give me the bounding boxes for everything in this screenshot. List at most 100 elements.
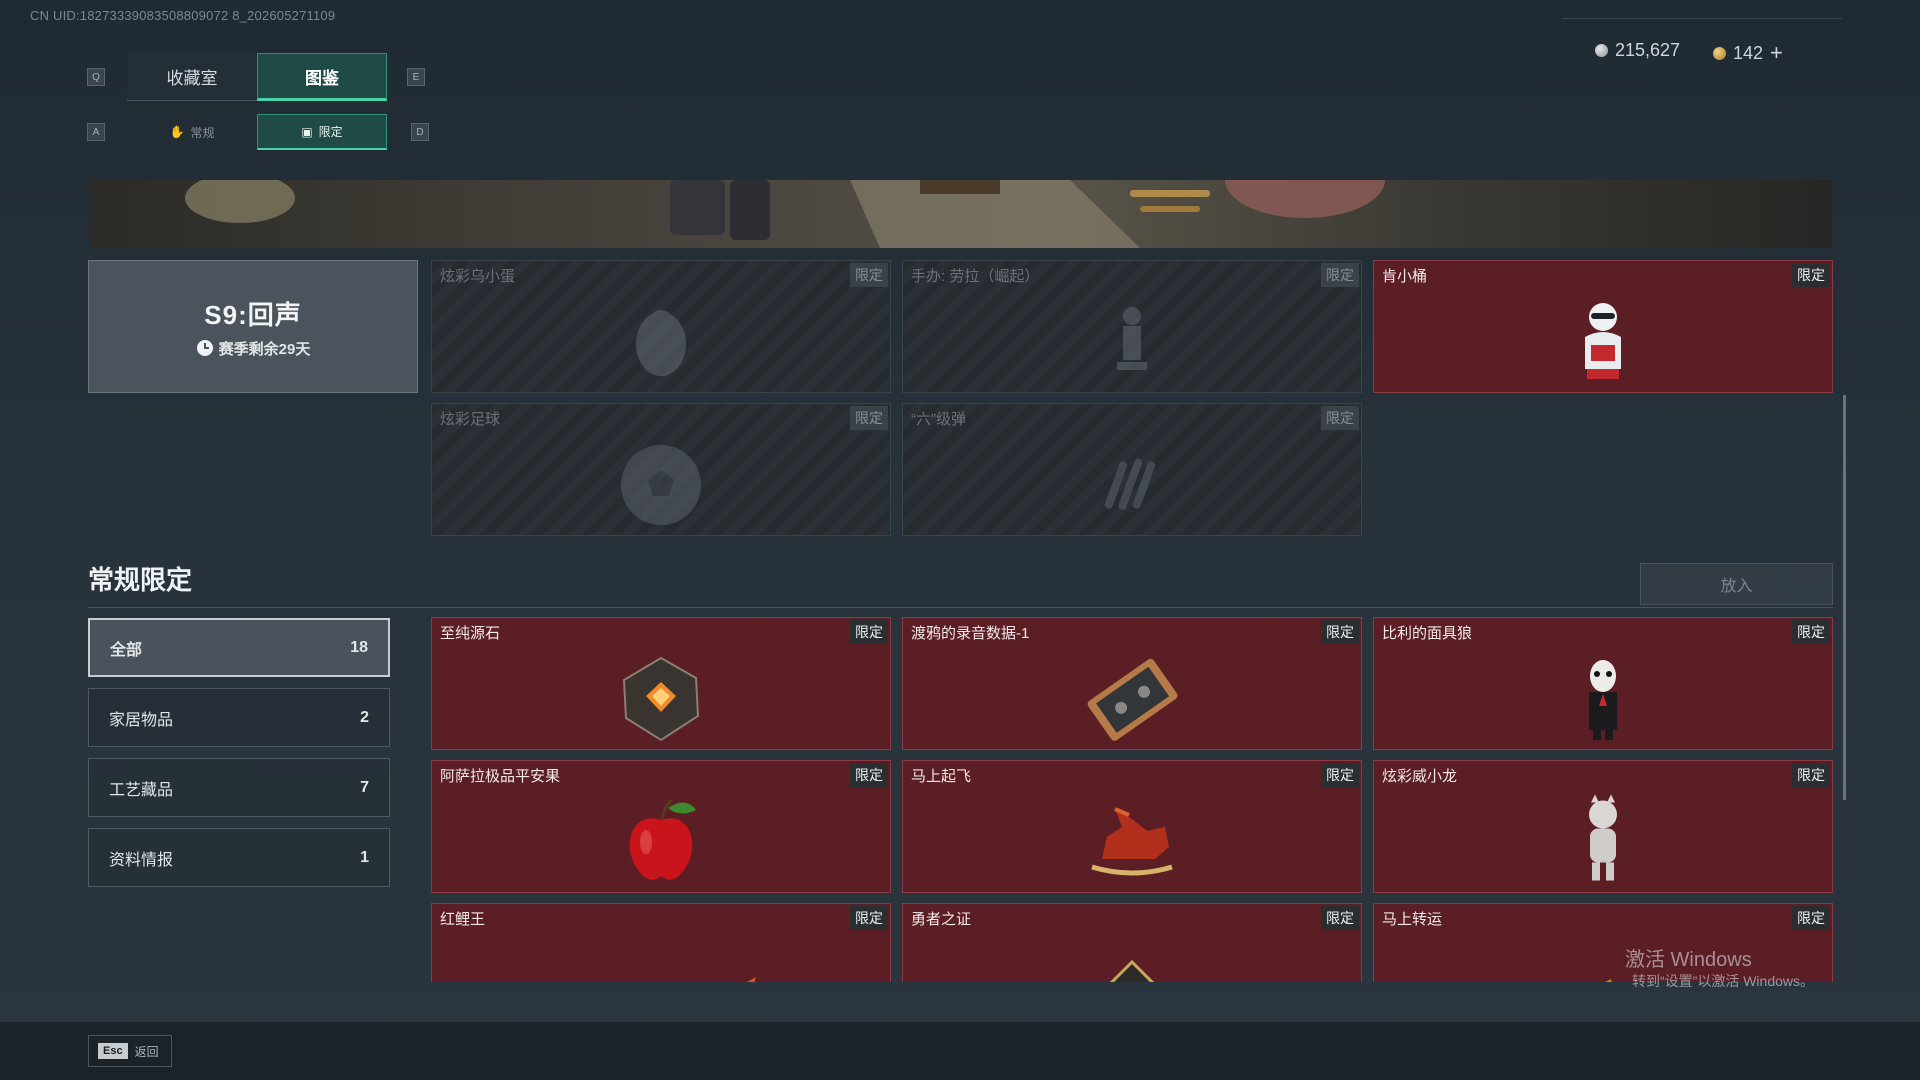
card-icon: [1110, 960, 1154, 982]
silver-amount: 215,627: [1615, 40, 1681, 60]
clock-icon: [196, 340, 213, 356]
collection-item-card[interactable]: 勇者之证 限定: [902, 903, 1362, 982]
item-name: 红鲤王: [440, 911, 486, 928]
category-label: 资料情报: [109, 851, 174, 869]
season-item-card[interactable]: 肯小桶 限定: [1373, 260, 1833, 393]
category-all[interactable]: 全部 18: [88, 618, 390, 677]
back-button[interactable]: Esc 返回: [88, 1035, 172, 1067]
limited-badge: 限定: [1792, 906, 1830, 930]
gold-amount: 142: [1733, 42, 1764, 63]
item-name: 手办: 劳拉（崛起）: [911, 268, 1040, 285]
category-label: 工艺藏品: [109, 781, 174, 799]
put-in-button[interactable]: 放入: [1640, 563, 1833, 605]
gold-currency: 142 +: [1713, 40, 1783, 66]
season-info-card: S9:回声 赛季剩余29天: [88, 260, 418, 393]
crystal-icon: [622, 657, 700, 742]
category-count: 7: [360, 778, 369, 796]
item-name: 渡鸦的录音数据-1: [911, 625, 1030, 642]
limited-badge: 限定: [1321, 406, 1359, 430]
limited-badge: 限定: [850, 620, 888, 644]
season-title: S9:回声: [204, 299, 302, 330]
silver-coin-icon: [1595, 44, 1608, 57]
activation-watermark-subtitle: 转到“设置”以激活 Windows。: [1632, 973, 1815, 989]
item-name: “六”级弹: [911, 411, 966, 428]
limited-badge: 限定: [1792, 263, 1830, 287]
puppet-icon: [1589, 660, 1617, 741]
item-name: 勇者之证: [911, 911, 972, 928]
category-count: 18: [350, 638, 368, 656]
item-name: 肯小桶: [1382, 268, 1428, 285]
figurine-icon: [1117, 307, 1147, 371]
image-icon: ▣: [301, 124, 313, 139]
category-intel[interactable]: 资料情报 1: [88, 828, 390, 887]
season-banner: [90, 180, 1832, 248]
collection-grid: 至纯源石 限定 渡鸦的录音数据-1 限定 比利的面具狼 限定 阿萨拉极品平安果 …: [430, 617, 1835, 982]
collection-item-card[interactable]: 比利的面具狼 限定: [1373, 617, 1833, 750]
item-name: 阿萨拉极品平安果: [440, 768, 561, 785]
section-title: 常规限定: [88, 565, 193, 595]
item-name: 马上转运: [1382, 911, 1443, 928]
limited-badge: 限定: [1792, 763, 1830, 787]
key-hint-q: Q: [87, 68, 105, 86]
activation-watermark-title: 激活 Windows: [1625, 949, 1752, 971]
subtab-limited-label: 限定: [318, 125, 343, 139]
item-name: 炫彩乌小蛋: [440, 268, 516, 285]
limited-badge: 限定: [850, 906, 888, 930]
limited-badge: 限定: [1321, 263, 1359, 287]
colonel-bust-icon: [1585, 303, 1621, 380]
football-icon: [621, 445, 701, 526]
section-divider: [88, 607, 1833, 608]
esc-key-hint: Esc: [98, 1043, 128, 1059]
item-name: 比利的面具狼: [1382, 625, 1473, 642]
season-remaining-text: 赛季剩余29天: [218, 340, 311, 358]
key-hint-e: E: [407, 68, 425, 86]
grid-scrollbar[interactable]: [1843, 395, 1846, 800]
category-crafts[interactable]: 工艺藏品 7: [88, 758, 390, 817]
header-divider: [1562, 18, 1842, 19]
horse-icon: [1091, 807, 1173, 876]
category-label: 全部: [110, 641, 143, 659]
limited-badge: 限定: [850, 406, 888, 430]
collection-item-card[interactable]: 阿萨拉极品平安果 限定: [431, 760, 891, 893]
silver-currency: 215,627: [1595, 40, 1680, 61]
limited-badge: 限定: [1321, 620, 1359, 644]
limited-badge: 限定: [850, 263, 888, 287]
cassette-icon: [1087, 659, 1178, 742]
collection-item-card[interactable]: 马上起飞 限定: [902, 760, 1362, 893]
collection-item-card[interactable]: 渡鸦的录音数据-1 限定: [902, 617, 1362, 750]
subtab-regular[interactable]: ✋ 常规: [127, 114, 257, 150]
item-name: 炫彩足球: [440, 411, 501, 428]
collection-item-card[interactable]: 红鲤王 限定: [431, 903, 891, 982]
egg-icon: [636, 310, 686, 377]
key-hint-a: A: [87, 123, 105, 141]
limited-badge: 限定: [850, 763, 888, 787]
season-item-card[interactable]: 手办: 劳拉（崛起） 限定: [902, 260, 1362, 393]
carp-icon: [747, 977, 756, 982]
key-hint-d: D: [411, 123, 429, 141]
season-item-card[interactable]: “六”级弹 限定: [902, 403, 1362, 536]
dragon-figure-icon: [1589, 794, 1617, 881]
season-item-card[interactable]: 炫彩足球 限定: [431, 403, 891, 536]
add-currency-button[interactable]: +: [1770, 40, 1783, 66]
limited-badge: 限定: [1321, 906, 1359, 930]
tab-codex[interactable]: 图鉴: [257, 53, 387, 101]
collection-item-card[interactable]: 炫彩威小龙 限定: [1373, 760, 1833, 893]
limited-badge: 限定: [1792, 620, 1830, 644]
subtab-regular-label: 常规: [190, 125, 215, 140]
category-count: 1: [360, 848, 369, 866]
back-label: 返回: [134, 1044, 159, 1059]
season-item-card[interactable]: 炫彩乌小蛋 限定: [431, 260, 891, 393]
item-name: 马上起飞: [911, 768, 972, 785]
season-remaining: 赛季剩余29天: [196, 338, 311, 359]
gold-coin-icon: [1713, 46, 1726, 60]
tab-collection-room[interactable]: 收藏室: [127, 53, 257, 101]
hand-icon: ✋: [169, 125, 185, 139]
category-label: 家居物品: [109, 711, 174, 729]
category-home-items[interactable]: 家居物品 2: [88, 688, 390, 747]
item-name: 炫彩威小龙: [1382, 768, 1458, 785]
bullets-icon: [1104, 458, 1156, 510]
subtab-limited[interactable]: ▣ 限定: [257, 114, 387, 150]
category-count: 2: [360, 708, 369, 726]
collection-item-card[interactable]: 至纯源石 限定: [431, 617, 891, 750]
apple-icon: [629, 799, 696, 880]
